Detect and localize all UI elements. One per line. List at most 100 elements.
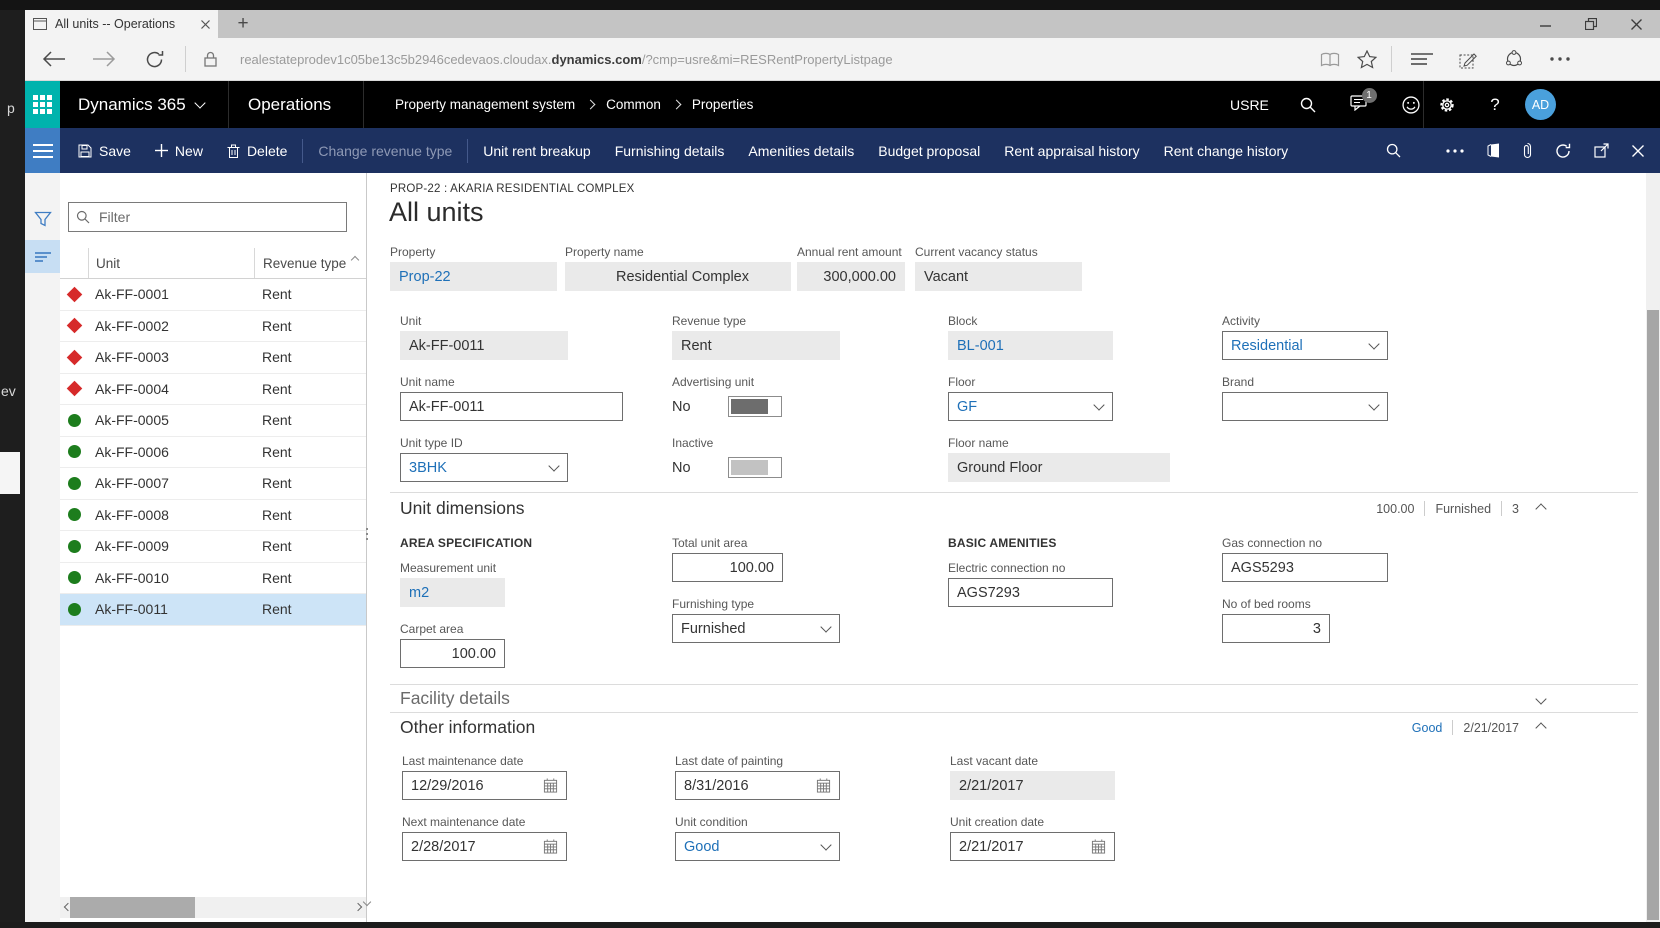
chevron-down-icon[interactable] [1093,399,1104,410]
field-last-date-of-painting: Last date of painting 8/31/2016 [675,754,840,800]
calendar-icon[interactable] [543,778,558,793]
office-icon[interactable] [1487,143,1500,158]
breadcrumb-module[interactable]: Property management system [395,97,575,112]
close-pane-icon[interactable] [1632,145,1644,157]
save-button[interactable]: Save [66,128,143,173]
web-note-icon[interactable] [1451,38,1485,80]
collapse-section-icon[interactable] [1535,722,1546,733]
navbar-divider [1423,81,1424,128]
messages-icon[interactable]: 1 [1337,81,1381,128]
revenue-cell: Rent [254,318,366,334]
unit-list-row[interactable]: Ak-FF-0003 Rent [60,342,366,374]
rent-appraisal-history-button[interactable]: Rent appraisal history [992,128,1151,173]
unit-list-row[interactable]: Ak-FF-0002 Rent [60,311,366,343]
facility-details-header[interactable]: Facility details [400,688,1545,709]
scrollbar-thumb[interactable] [1647,310,1659,920]
chevron-down-icon[interactable] [1368,338,1379,349]
expand-section-icon[interactable] [1535,693,1546,704]
chevron-down-icon[interactable] [548,460,559,471]
calendar-icon[interactable] [1091,839,1106,854]
attach-paperclip-icon[interactable] [1523,142,1532,159]
tab-close-icon[interactable] [201,20,210,29]
breadcrumb-page[interactable]: Properties [692,97,754,112]
filter-funnel-icon[interactable] [25,203,60,236]
unit-cell: Ak-FF-0003 [88,349,254,365]
collapse-section-icon[interactable] [1535,503,1546,514]
browser-tab[interactable]: All units -- Operations [25,10,218,38]
splitter-grip-icon[interactable] [366,528,368,540]
unit-list-row[interactable]: Ak-FF-0008 Rent [60,500,366,532]
new-tab-button[interactable]: + [225,10,261,38]
unit-rent-breakup-button[interactable]: Unit rent breakup [471,128,602,173]
advertising-unit-toggle[interactable] [728,396,782,417]
open-in-new-window-icon[interactable] [1594,143,1609,158]
chevron-down-icon [194,97,205,108]
product-menu[interactable]: Dynamics 365 [78,81,204,128]
address-bar[interactable]: realestateprodev1c05be13c5b2946cedevaos.… [240,38,893,80]
change-revenue-type-button[interactable]: Change revenue type [306,128,464,173]
filter-input[interactable] [68,202,347,232]
chevron-right-icon [671,100,681,110]
field-unit-condition: Unit condition Good [675,815,840,861]
amenities-details-button[interactable]: Amenities details [736,128,866,173]
unit-list-row[interactable]: Ak-FF-0006 Rent [60,437,366,469]
favorites-star-icon[interactable] [1350,38,1384,80]
revenue-column-header[interactable]: Revenue type [254,248,366,278]
unit-list-row[interactable]: Ak-FF-0010 Rent [60,563,366,595]
new-button[interactable]: New [143,128,215,173]
restore-button[interactable] [1585,18,1597,30]
breadcrumb-area[interactable]: Common [606,97,661,112]
chevron-down-icon[interactable] [1368,399,1379,410]
close-button[interactable] [1631,19,1642,30]
back-button[interactable] [37,38,71,80]
company-picker[interactable]: USRE [1230,81,1269,128]
unit-cell: Ak-FF-0004 [88,381,254,397]
main-vertical-scrollbar[interactable] [1646,173,1660,922]
help-icon[interactable]: ? [1475,81,1515,128]
calendar-icon[interactable] [816,778,831,793]
inactive-toggle[interactable] [728,457,782,478]
notification-badge: 1 [1362,88,1377,103]
delete-button[interactable]: Delete [215,128,299,173]
nav-hamburger-icon[interactable] [25,128,60,173]
app-name: Operations [248,81,331,128]
revenue-cell: Rent [254,601,366,617]
list-horizontal-scrollbar[interactable] [60,897,366,918]
block-link[interactable]: BL-001 [957,338,1004,354]
hub-icon[interactable] [1405,38,1439,80]
unit-list-row[interactable]: Ak-FF-0001 Rent [60,279,366,311]
refresh-button[interactable] [137,38,171,80]
unit-column-header[interactable]: Unit [88,248,254,278]
reading-view-icon[interactable] [1313,38,1347,80]
scroll-right-icon[interactable] [354,903,362,911]
nav-search-icon[interactable] [1288,81,1328,128]
rent-change-history-button[interactable]: Rent change history [1152,128,1301,173]
chevron-down-icon[interactable] [820,621,831,632]
unit-list-row[interactable]: Ak-FF-0011 Rent [60,594,366,626]
refresh-icon[interactable] [1555,143,1571,159]
unit-list-row[interactable]: Ak-FF-0004 Rent [60,374,366,406]
avatar[interactable]: AD [1525,89,1556,120]
furnishing-details-button[interactable]: Furnishing details [603,128,737,173]
more-commands-icon[interactable] [1446,149,1464,153]
settings-gear-icon[interactable] [1425,81,1469,128]
share-icon[interactable] [1497,38,1531,80]
revenue-cell: Rent [254,444,366,460]
scrollbar-thumb[interactable] [70,897,195,918]
chevron-down-icon[interactable] [820,839,831,850]
unit-list-row[interactable]: Ak-FF-0009 Rent [60,531,366,563]
forward-button[interactable] [87,38,121,80]
minimize-button[interactable] [1540,19,1551,29]
other-information-header[interactable]: Other information Good 2/21/2017 [400,717,1545,738]
list-view-icon[interactable] [25,240,60,273]
unit-list-row[interactable]: Ak-FF-0007 Rent [60,468,366,500]
unit-list-row[interactable]: Ak-FF-0005 Rent [60,405,366,437]
calendar-icon[interactable] [543,839,558,854]
browser-more-icon[interactable] [1543,38,1577,80]
unit-dimensions-header[interactable]: Unit dimensions 100.00 Furnished 3 [400,498,1545,519]
actionbar-search-icon[interactable] [1386,143,1401,158]
property-link[interactable]: Prop-22 [399,269,451,285]
unit-cell: Ak-FF-0005 [88,412,254,428]
budget-proposal-button[interactable]: Budget proposal [866,128,992,173]
app-launcher-waffle-icon[interactable] [25,81,60,128]
